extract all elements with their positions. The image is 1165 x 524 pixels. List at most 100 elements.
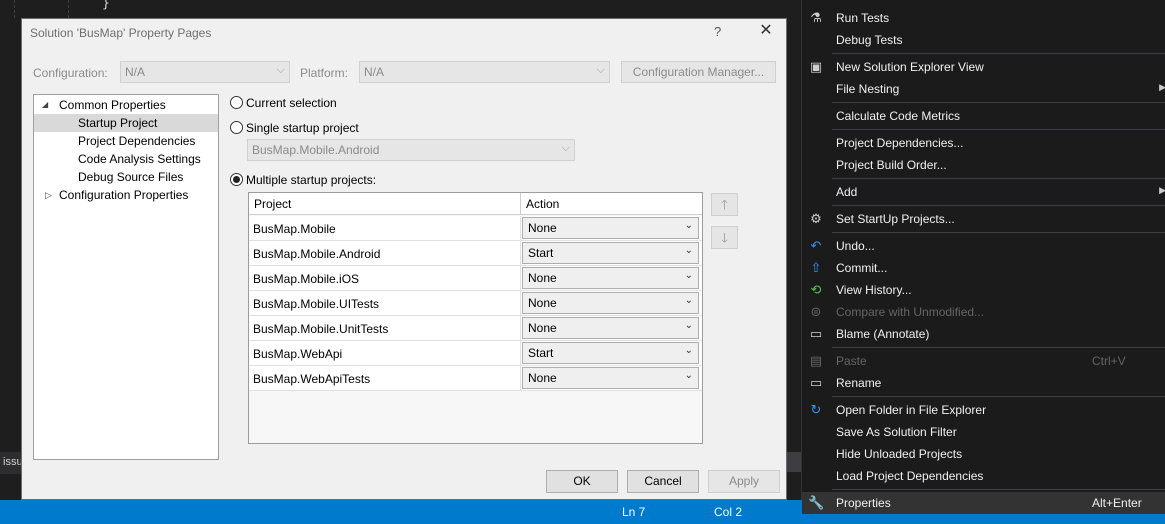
chevron-down-icon: ⌄ — [684, 370, 693, 381]
tree-item-code-analysis[interactable]: Code Analysis Settings — [34, 150, 218, 168]
project-name: BusMap.Mobile — [253, 222, 336, 236]
menu-item-label: Undo... — [836, 239, 875, 253]
radio-single-startup-label[interactable]: Single startup project — [246, 121, 359, 135]
tree-item-startup-project[interactable]: Startup Project — [34, 114, 218, 132]
apply-button[interactable]: Apply — [708, 470, 780, 493]
menu-item-label: Blame (Annotate) — [836, 327, 930, 341]
configuration-select[interactable]: N/A ⌵ — [120, 61, 290, 83]
menu-item-calculate-code-metrics[interactable]: Calculate Code Metrics — [802, 105, 1165, 127]
cell-separator — [520, 366, 521, 391]
close-icon[interactable]: ✕ — [757, 22, 775, 40]
chevron-down-icon: ⌵ — [276, 64, 285, 76]
column-header-project[interactable]: Project — [254, 197, 291, 211]
radio-multiple-startup[interactable] — [230, 173, 243, 186]
scrollbar-strip — [787, 452, 801, 472]
action-select[interactable]: None ⌄ — [522, 292, 699, 314]
code-brace: } — [102, 0, 110, 11]
menu-item-hide-unloaded[interactable]: Hide Unloaded Projects — [802, 443, 1165, 465]
move-up-button[interactable]: 🡑 — [711, 193, 738, 216]
menu-item-label: Project Dependencies... — [836, 136, 964, 150]
action-value: None — [528, 271, 557, 285]
action-select[interactable]: None ⌄ — [522, 317, 699, 339]
table-row[interactable]: BusMap.Mobile.UITests None ⌄ — [249, 291, 702, 316]
tree-item-debug-source-files[interactable]: Debug Source Files — [34, 168, 218, 186]
menu-item-properties[interactable]: 🔧 Properties Alt+Enter — [802, 492, 1165, 514]
project-name: BusMap.Mobile.Android — [253, 247, 381, 261]
table-row[interactable]: BusMap.Mobile None ⌄ — [249, 216, 702, 241]
project-name: BusMap.Mobile.iOS — [253, 272, 360, 286]
configuration-manager-button[interactable]: Configuration Manager... — [621, 61, 776, 83]
cell-separator — [520, 291, 521, 316]
menu-item-debug-tests[interactable]: Debug Tests — [802, 29, 1165, 51]
menu-item-blame[interactable]: ▭ Blame (Annotate) — [802, 323, 1165, 345]
tree-item-project-dependencies[interactable]: Project Dependencies — [34, 132, 218, 150]
menu-item-label: Calculate Code Metrics — [836, 109, 961, 123]
compare-icon: ⊜ — [810, 304, 822, 319]
menu-item-compare-unmodified[interactable]: ⊜ Compare with Unmodified... — [802, 301, 1165, 323]
action-value: Start — [528, 346, 554, 360]
tree-item-common-properties[interactable]: ◢ Common Properties — [34, 96, 218, 114]
menu-item-rename[interactable]: ▭ Rename — [802, 372, 1165, 394]
menu-item-add[interactable]: Add ▶ — [802, 181, 1165, 203]
output-tab[interactable]: issu — [0, 452, 22, 474]
table-row[interactable]: BusMap.Mobile.Android Start ⌄ — [249, 241, 702, 266]
platform-select[interactable]: N/A ⌵ — [359, 61, 610, 83]
menu-item-label: Add — [836, 185, 858, 199]
status-line: Ln 7 — [622, 505, 646, 519]
move-down-button[interactable]: 🡓 — [711, 226, 738, 249]
menu-item-new-solution-explorer-view[interactable]: ▣ New Solution Explorer View — [802, 56, 1165, 78]
menu-item-save-solution-filter[interactable]: Save As Solution Filter — [802, 421, 1165, 443]
table-row[interactable]: BusMap.WebApi Start ⌄ — [249, 341, 702, 366]
column-header-action[interactable]: Action — [526, 197, 559, 211]
menu-separator — [832, 53, 1165, 54]
collapse-triangle-icon[interactable]: ◢ — [42, 96, 52, 114]
chevron-down-icon: ⌄ — [684, 220, 693, 231]
menu-item-undo[interactable]: ↶ Undo... — [802, 235, 1165, 257]
menu-item-label: File Nesting — [836, 82, 900, 96]
context-menu: ⚗ Run Tests Debug Tests ▣ New Solution E… — [801, 0, 1165, 514]
action-select[interactable]: None ⌄ — [522, 217, 699, 239]
menu-item-project-dependencies[interactable]: Project Dependencies... — [802, 132, 1165, 154]
menu-item-run-tests[interactable]: ⚗ Run Tests — [802, 7, 1165, 29]
property-tree: ◢ Common Properties Startup Project Proj… — [33, 94, 219, 460]
menu-separator — [832, 178, 1165, 179]
menu-item-load-dependencies[interactable]: Load Project Dependencies — [802, 465, 1165, 487]
project-name: BusMap.WebApiTests — [253, 372, 371, 386]
table-row[interactable]: BusMap.Mobile.UnitTests None ⌄ — [249, 316, 702, 341]
menu-item-label: Hide Unloaded Projects — [836, 447, 963, 461]
action-select[interactable]: None ⌄ — [522, 267, 699, 289]
menu-item-open-folder[interactable]: ↻ Open Folder in File Explorer — [802, 399, 1165, 421]
project-name: BusMap.Mobile.UITests — [253, 297, 380, 311]
expand-triangle-icon[interactable]: ▷ — [45, 186, 55, 204]
platform-label: Platform: — [300, 66, 349, 80]
menu-item-set-startup-projects[interactable]: ⚙ Set StartUp Projects... — [802, 208, 1165, 230]
menu-item-paste[interactable]: ▤ Paste Ctrl+V — [802, 350, 1165, 372]
tree-item-configuration-properties[interactable]: ▷ Configuration Properties — [34, 186, 218, 204]
project-name: BusMap.WebApi — [253, 347, 343, 361]
submenu-arrow-icon: ▶ — [1159, 185, 1165, 195]
table-row[interactable]: BusMap.WebApiTests None ⌄ — [249, 366, 702, 391]
indent-guide — [14, 0, 15, 18]
radio-current-selection-label[interactable]: Current selection — [246, 96, 337, 110]
column-separator[interactable] — [520, 193, 521, 215]
menu-item-view-history[interactable]: ⟲ View History... — [802, 279, 1165, 301]
help-button[interactable]: ? — [714, 24, 721, 39]
action-select[interactable]: None ⌄ — [522, 367, 699, 389]
radio-current-selection[interactable] — [230, 96, 243, 109]
radio-multiple-startup-label[interactable]: Multiple startup projects: — [246, 173, 376, 187]
cancel-button[interactable]: Cancel — [627, 470, 699, 493]
menu-item-file-nesting[interactable]: File Nesting ▶ — [802, 78, 1165, 100]
action-value: None — [528, 296, 557, 310]
submenu-arrow-icon: ▶ — [1159, 82, 1165, 92]
startup-projects-grid: Project Action BusMap.Mobile None ⌄ BusMa… — [248, 192, 703, 444]
table-row[interactable]: BusMap.Mobile.iOS None ⌄ — [249, 266, 702, 291]
menu-item-project-build-order[interactable]: Project Build Order... — [802, 154, 1165, 176]
menu-item-label: Paste — [836, 354, 867, 368]
action-select[interactable]: Start ⌄ — [522, 242, 699, 264]
action-select[interactable]: Start ⌄ — [522, 342, 699, 364]
cell-separator — [520, 241, 521, 266]
menu-item-commit[interactable]: ⇧ Commit... — [802, 257, 1165, 279]
radio-single-startup[interactable] — [230, 121, 243, 134]
single-startup-select[interactable]: BusMap.Mobile.Android ⌵ — [247, 139, 575, 161]
ok-button[interactable]: OK — [546, 470, 618, 493]
